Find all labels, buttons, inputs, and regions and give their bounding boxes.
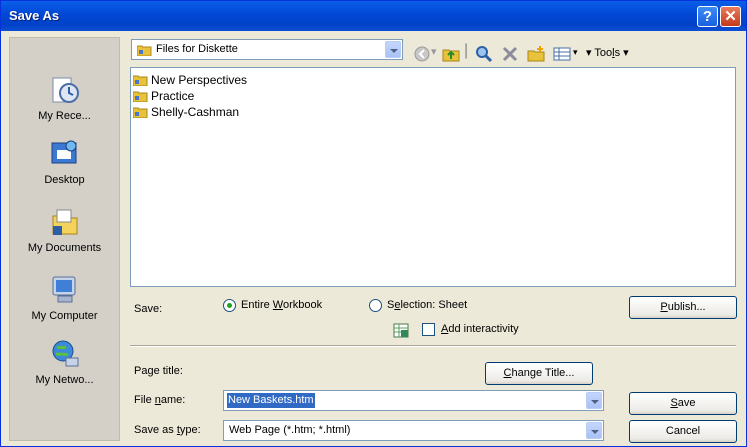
network-places-icon — [52, 340, 78, 367]
back-icon[interactable] — [413, 45, 431, 63]
recent-documents-icon — [52, 77, 79, 103]
computer-icon — [52, 276, 75, 303]
place-label: Desktop — [44, 174, 85, 186]
list-item[interactable]: Practice — [133, 88, 194, 104]
file-list[interactable]: New Perspectives Practice Shelly-Cashman — [130, 67, 736, 287]
views-dropdown-icon[interactable]: ▾ — [573, 47, 578, 58]
chevron-down-icon[interactable] — [586, 422, 602, 439]
toolbar-divider: | — [464, 42, 469, 59]
place-label: My Documents — [27, 242, 102, 254]
place-my-network[interactable]: My Netwo... — [10, 338, 119, 386]
page-title-label: Page title: — [134, 365, 183, 377]
place-label: My Rece... — [38, 110, 91, 122]
file-name-label: File name: — [134, 394, 186, 406]
change-title-button[interactable]: Change Title... — [485, 362, 593, 385]
save-in-combo[interactable]: Files for Diskette — [131, 39, 403, 60]
folder-icon — [133, 75, 148, 86]
publish-button[interactable]: Publish... — [629, 296, 737, 319]
save-as-type-select[interactable]: Web Page (*.htm; *.html) — [223, 420, 604, 441]
cancel-button[interactable]: Cancel — [629, 420, 737, 443]
desktop-icon — [51, 140, 76, 164]
file-name-value: New Baskets.htm — [227, 393, 315, 408]
place-label: My Netwo... — [35, 374, 94, 386]
window-title: Save As — [9, 8, 60, 23]
chevron-down-icon[interactable] — [586, 392, 602, 409]
selection-sheet-label: Selection: Sheet — [387, 299, 468, 311]
close-button[interactable]: ✕ — [720, 6, 741, 27]
title-bar[interactable]: Save As ? ✕ — [1, 1, 746, 31]
entire-workbook-label: Entire Workbook — [241, 299, 323, 311]
place-desktop[interactable]: Desktop — [10, 138, 119, 186]
delete-icon[interactable] — [501, 45, 519, 63]
save-in-value: Files for Diskette — [156, 43, 238, 55]
chevron-down-icon[interactable] — [385, 41, 401, 58]
list-item[interactable]: Shelly-Cashman — [133, 104, 239, 120]
save-as-dialog: Save As ? ✕ Save in: Files for Diskette … — [0, 0, 747, 447]
new-folder-icon[interactable] — [527, 45, 545, 63]
folder-icon — [133, 107, 148, 118]
place-my-recent[interactable]: My Rece... — [10, 74, 119, 122]
entire-workbook-radio[interactable] — [223, 299, 236, 312]
file-name-field[interactable]: New Baskets.htm — [223, 390, 604, 411]
back-dropdown-icon[interactable]: ▾ — [431, 45, 437, 58]
save-as-type-value: Web Page (*.htm; *.html) — [229, 424, 351, 436]
search-web-icon[interactable] — [475, 45, 493, 63]
folder-icon — [137, 45, 152, 56]
folder-icon — [133, 91, 148, 102]
views-icon[interactable] — [553, 45, 571, 63]
file-name: Shelly-Cashman — [151, 105, 240, 119]
divider — [130, 345, 736, 347]
tools-menu[interactable]: ▾ Tools ▾ — [586, 46, 629, 59]
interactivity-icon — [393, 323, 409, 338]
file-name: New Perspectives — [151, 73, 248, 87]
place-my-documents[interactable]: My Documents — [10, 206, 119, 254]
my-documents-icon — [52, 209, 77, 235]
list-item[interactable]: New Perspectives — [133, 72, 247, 88]
add-interactivity-checkbox[interactable] — [422, 323, 435, 336]
save-as-type-label: Save as type: — [134, 424, 201, 436]
save-options-label: Save: — [134, 303, 163, 315]
place-label: My Computer — [31, 310, 98, 322]
add-interactivity-label: Add interactivity — [441, 323, 519, 335]
place-my-computer[interactable]: My Computer — [10, 274, 119, 322]
file-name: Practice — [151, 89, 195, 103]
help-button[interactable]: ? — [697, 6, 718, 27]
places-bar: My Rece... Desktop My Documents My Compu… — [9, 37, 120, 441]
selection-sheet-radio[interactable] — [369, 299, 382, 312]
up-one-level-icon[interactable] — [442, 45, 460, 63]
save-button[interactable]: Save — [629, 392, 737, 415]
